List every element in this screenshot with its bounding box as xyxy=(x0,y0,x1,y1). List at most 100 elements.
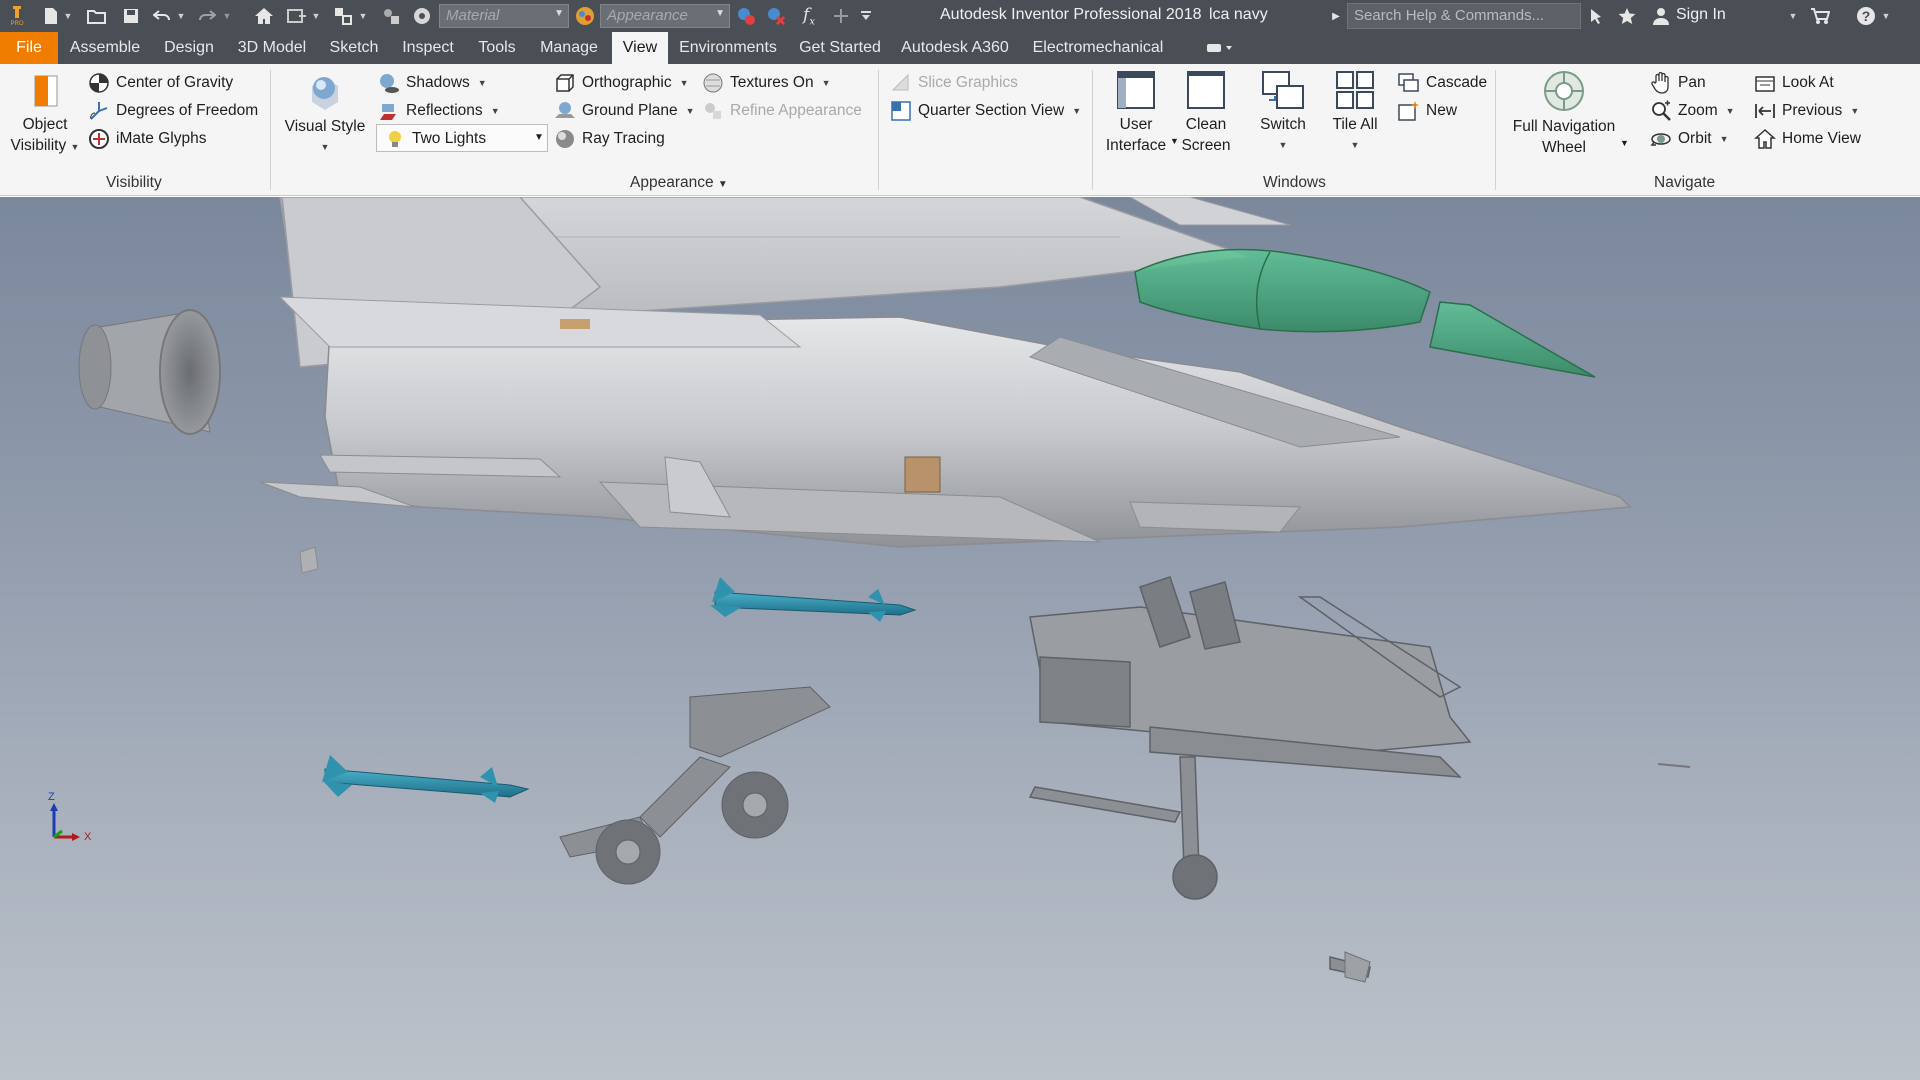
tab-autodesk-a360[interactable]: Autodesk A360 xyxy=(896,32,1014,64)
ribbon: Object Visibility ▼ Center of Gravity De… xyxy=(0,64,1920,196)
redo-icon[interactable] xyxy=(196,4,218,28)
tab-electromechanical[interactable]: Electromechanical xyxy=(1022,32,1174,64)
undo-dropdown-icon[interactable]: ▼ xyxy=(176,4,186,28)
cascade-button[interactable]: Cascade xyxy=(1398,72,1487,94)
ground-plane-button[interactable]: Ground Plane ▼ xyxy=(554,100,695,122)
full-navigation-wheel-label-1: Full Navigation xyxy=(1512,118,1616,135)
panel-options-icon[interactable] xyxy=(1202,32,1238,64)
tab-manage[interactable]: Manage xyxy=(532,32,606,64)
shadows-label: Shadows xyxy=(406,74,470,91)
cockpit-frame-part xyxy=(1028,576,1472,978)
tab-environments[interactable]: Environments xyxy=(674,32,782,64)
help-icon[interactable]: ? xyxy=(1854,4,1878,28)
tab-design[interactable]: Design xyxy=(154,32,224,64)
axis-x-label: X xyxy=(84,831,92,843)
orbit-button[interactable]: Orbit ▼ xyxy=(1650,128,1729,150)
imate-glyphs-button[interactable]: iMate Glyphs xyxy=(88,128,206,150)
search-pointer-icon[interactable] xyxy=(1585,4,1609,28)
user-interface-button[interactable]: User Interface xyxy=(1100,70,1172,156)
customize-qat-icon[interactable] xyxy=(857,4,875,28)
orthographic-label: Orthographic xyxy=(582,74,672,91)
material-dropdown[interactable]: Material ▼ xyxy=(439,4,569,28)
panel-separator xyxy=(878,70,879,190)
parameters-fx-icon[interactable]: fx xyxy=(798,4,820,28)
open-folder-icon[interactable] xyxy=(86,4,108,28)
lighting-dropdown-arrow-icon[interactable]: ▼ xyxy=(534,132,544,143)
tab-file[interactable]: File xyxy=(0,32,58,64)
title-bar: PRO ▼ ▼ ▼ ▼ ▼ Material ▼ Appearance ▼ fx… xyxy=(0,0,1920,32)
appearance-dropdown[interactable]: Appearance ▼ xyxy=(600,4,730,28)
adjust-appearance-icon[interactable] xyxy=(735,4,757,28)
appearance-panel-label[interactable]: Appearance ▼ xyxy=(630,174,728,192)
zoom-button[interactable]: Zoom ▼ xyxy=(1650,100,1735,122)
refine-appearance-button[interactable]: Refine Appearance xyxy=(702,100,862,122)
quarter-section-view-button[interactable]: Quarter Section View ▼ xyxy=(890,100,1081,122)
select-filter-icon[interactable] xyxy=(332,4,354,28)
sign-in-link[interactable]: Sign In xyxy=(1676,6,1726,24)
tab-tools[interactable]: Tools xyxy=(468,32,526,64)
refine-appearance-icon xyxy=(702,100,724,122)
look-at-label: Look At xyxy=(1782,74,1834,91)
lighting-icon xyxy=(384,128,406,150)
undo-icon[interactable] xyxy=(151,4,173,28)
quarter-section-view-icon xyxy=(890,100,912,122)
sign-in-dropdown-icon[interactable]: ▼ xyxy=(1786,4,1800,28)
tab-get-started[interactable]: Get Started xyxy=(792,32,888,64)
object-visibility-button[interactable]: Object Visibility ▼ xyxy=(8,70,82,158)
imate-glyphs-icon xyxy=(88,128,110,150)
tile-all-button[interactable]: Tile All ▼ xyxy=(1320,70,1390,156)
redo-dropdown-icon[interactable]: ▼ xyxy=(222,4,232,28)
select-filter-dropdown-icon[interactable]: ▼ xyxy=(358,4,368,28)
help-dropdown-icon[interactable]: ▼ xyxy=(1880,4,1892,28)
new-window-button[interactable]: New xyxy=(1398,100,1457,122)
reflections-button[interactable]: Reflections ▼ xyxy=(378,100,500,122)
graphics-viewport[interactable]: Z X xyxy=(0,197,1920,1080)
pan-button[interactable]: Pan xyxy=(1650,72,1706,94)
orbit-label: Orbit xyxy=(1678,130,1712,147)
new-file-dropdown-icon[interactable]: ▼ xyxy=(62,4,74,28)
tab-3d-model[interactable]: 3D Model xyxy=(230,32,314,64)
new-window-icon xyxy=(1398,100,1420,122)
previous-view-button[interactable]: Previous ▼ xyxy=(1754,100,1859,122)
look-at-button[interactable]: Look At xyxy=(1754,72,1834,94)
inventor-logo-icon[interactable]: PRO xyxy=(4,4,30,28)
save-icon[interactable] xyxy=(120,4,142,28)
tab-inspect[interactable]: Inspect xyxy=(394,32,462,64)
ribbon-tabs: File Assemble Design 3D Model Sketch Ins… xyxy=(0,32,1920,64)
textures-button[interactable]: Textures On ▼ xyxy=(702,72,830,94)
navigation-wheel-dropdown-icon[interactable]: ▼ xyxy=(1620,138,1629,148)
center-of-gravity-button[interactable]: Center of Gravity xyxy=(88,72,233,94)
new-file-icon[interactable] xyxy=(40,4,62,28)
shadows-button[interactable]: Shadows ▼ xyxy=(378,72,487,94)
degrees-of-freedom-label: Degrees of Freedom xyxy=(116,102,259,119)
color-override-icon[interactable] xyxy=(411,4,433,28)
degrees-of-freedom-button[interactable]: Degrees of Freedom xyxy=(88,100,258,122)
expand-arrow-icon[interactable]: ▶ xyxy=(1330,4,1342,28)
ray-tracing-button[interactable]: Ray Tracing xyxy=(554,128,665,150)
visual-style-button[interactable]: Visual Style ▼ xyxy=(280,70,370,158)
small-fairing-part xyxy=(299,546,319,574)
home-icon[interactable] xyxy=(252,4,276,28)
return-dropdown-icon[interactable]: ▼ xyxy=(311,4,321,28)
document-title: lca navy xyxy=(1209,6,1268,23)
tab-view[interactable]: View xyxy=(612,32,668,64)
search-input[interactable]: Search Help & Commands... xyxy=(1347,3,1581,29)
orthographic-button[interactable]: Orthographic ▼ xyxy=(554,72,689,94)
quarter-section-view-label: Quarter Section View xyxy=(918,102,1065,119)
measure-icon[interactable] xyxy=(380,4,402,28)
clear-appearance-icon[interactable] xyxy=(765,4,787,28)
favorites-star-icon[interactable] xyxy=(1615,4,1639,28)
appearance-color-icon[interactable] xyxy=(574,4,596,28)
clean-screen-button[interactable]: Clean Screen xyxy=(1176,70,1236,156)
tab-assemble[interactable]: Assemble xyxy=(62,32,148,64)
shopping-cart-icon[interactable] xyxy=(1808,4,1832,28)
tab-sketch[interactable]: Sketch xyxy=(320,32,388,64)
orbit-icon xyxy=(1650,128,1672,150)
add-icon[interactable] xyxy=(830,4,852,28)
slice-graphics-button[interactable]: Slice Graphics xyxy=(890,72,1018,94)
switch-window-button[interactable]: Switch ▼ xyxy=(1250,70,1316,156)
home-view-button[interactable]: Home View xyxy=(1754,128,1861,150)
full-navigation-wheel-button[interactable]: Full Navigation Wheel xyxy=(1504,70,1624,158)
return-icon[interactable] xyxy=(286,4,308,28)
user-icon[interactable] xyxy=(1650,4,1672,28)
